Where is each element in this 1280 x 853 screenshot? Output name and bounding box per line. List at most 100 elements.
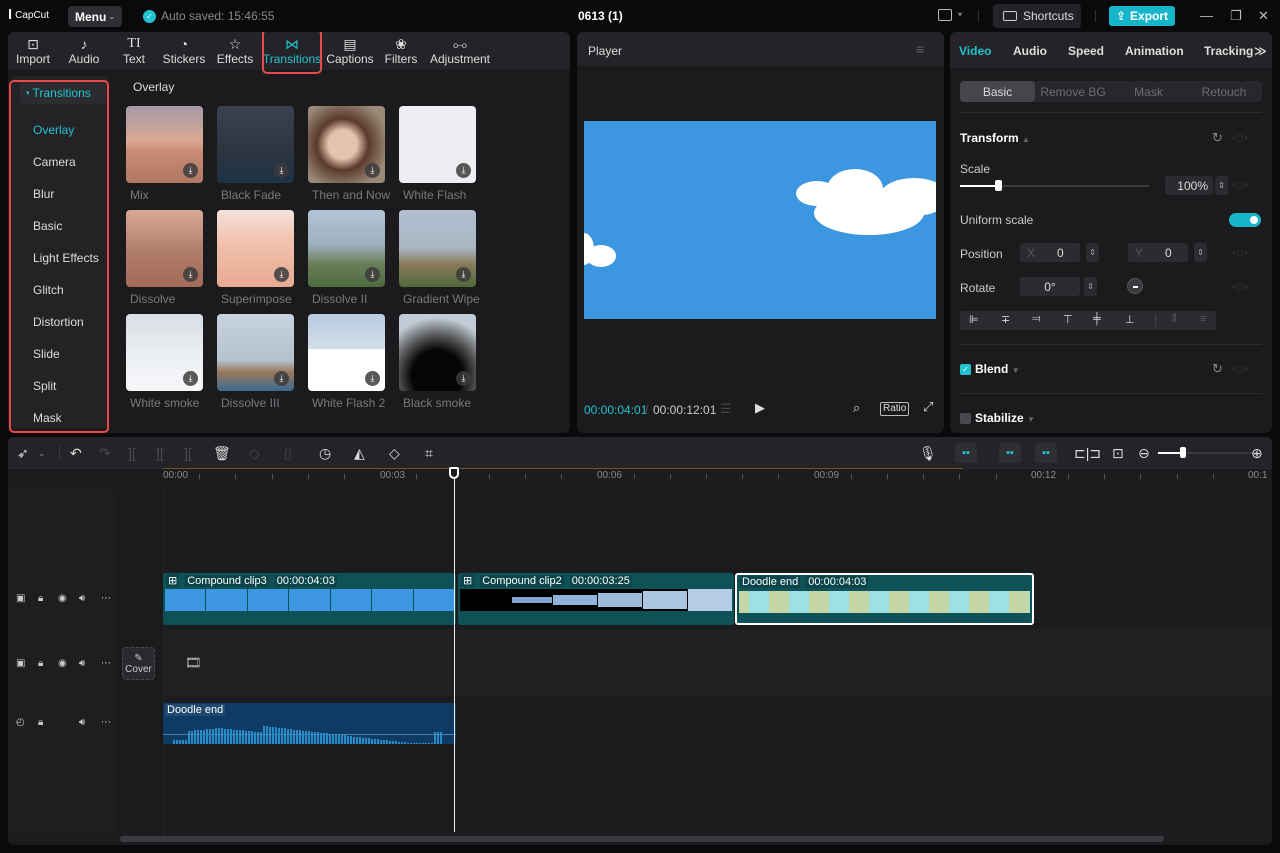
position-y-stepper[interactable]: ⇕ [1194,243,1207,262]
preview-axis-icon[interactable]: ⊏|⊐ [1074,445,1101,462]
chevron-down-icon[interactable]: ⌄ [38,448,46,459]
timeline-clip-doodle-end[interactable]: Doodle end 00:00:04:03 [735,573,1034,625]
download-icon[interactable]: ⤓ [456,371,471,386]
position-x-stepper[interactable]: ⇕ [1086,243,1099,262]
download-icon[interactable]: ⤓ [274,267,289,282]
tab-captions[interactable]: ▤ Captions [326,32,374,70]
zoom-to-fit-icon[interactable]: ⊡ [1112,445,1124,462]
tab-animation[interactable]: Animation [1125,44,1184,58]
download-icon[interactable]: ⤓ [274,163,289,178]
blend-title[interactable]: Blend ▼ [975,362,1020,376]
eye-icon[interactable]: ◉ [58,658,67,669]
position-x-input[interactable]: X0 [1020,243,1080,262]
subtab-retouch[interactable]: Retouch [1186,81,1262,102]
main-track-magnet-icon[interactable]: ▪▪ [955,443,977,463]
more-icon[interactable]: ⋯ [101,717,111,728]
transition-thumb-superimpose[interactable]: ⤓ [217,210,294,287]
download-icon[interactable]: ⤓ [365,371,380,386]
playhead-handle[interactable] [449,467,459,479]
microphone-icon[interactable]: 🎙︎ [919,445,937,462]
crop-icon[interactable]: ⌗ [425,445,433,462]
rotate-input[interactable]: 0° [1020,277,1080,296]
tab-stickers[interactable]: ◔ Stickers [162,32,206,70]
select-cursor-icon[interactable]: ➶ [17,445,29,462]
timeline-horizontal-scrollbar[interactable] [120,836,1164,842]
lock-icon[interactable]: 🔒︎ [38,593,43,604]
export-button[interactable]: ⇪ Export [1109,6,1175,26]
transition-thumb-white-smoke[interactable]: ⤓ [126,314,203,391]
download-icon[interactable]: ⤓ [183,371,198,386]
more-tabs-icon[interactable]: ≫ [1254,44,1267,58]
uniform-scale-toggle[interactable] [1229,213,1261,227]
align-top-icon[interactable]: ⊤ [1063,313,1073,326]
shortcuts-button[interactable]: Shortcuts [993,4,1081,28]
close-icon[interactable]: ✕ [1258,8,1269,24]
restore-icon[interactable]: ❐ [1230,8,1242,24]
download-icon[interactable]: ⤓ [274,371,289,386]
download-icon[interactable]: ⤓ [456,267,471,282]
hamburger-menu-icon[interactable]: ≡ [916,41,924,57]
transition-thumb-gradient-wipe[interactable]: ⤓ [399,210,476,287]
transform-title[interactable]: Transform ▲ [960,131,1030,145]
scale-slider-knob[interactable] [994,180,1002,191]
tab-tracking[interactable]: Tracking [1204,44,1253,58]
zoom-in-icon[interactable]: ⊕ [1251,445,1263,462]
menu-button[interactable]: Menu ⌄ [68,6,122,27]
minimize-icon[interactable]: — [1200,8,1213,23]
scale-slider[interactable] [960,180,1149,191]
tab-effects[interactable]: ☆ Effects [214,32,256,70]
more-icon[interactable]: ⋯ [101,593,111,604]
video-preview[interactable] [584,121,936,319]
tab-speed[interactable]: Speed [1068,44,1104,58]
rotate-dial[interactable] [1127,278,1143,294]
download-icon[interactable]: ⤓ [365,163,380,178]
zoom-slider-knob[interactable] [1179,447,1186,458]
stabilize-title[interactable]: Stabilize ▼ [975,411,1035,425]
transition-thumb-dissolve[interactable]: ⤓ [126,210,203,287]
linkage-icon[interactable]: ▪▪ [1035,443,1057,463]
align-center-h-icon[interactable]: ∓ [1001,313,1010,326]
delete-icon[interactable]: 🗑︎ [213,445,231,462]
subtab-basic[interactable]: Basic [960,81,1035,102]
scale-input[interactable]: 100% [1165,176,1213,195]
mirror-icon[interactable]: ◭ [354,445,365,462]
tab-audio-props[interactable]: Audio [1013,44,1047,58]
scale-stepper[interactable]: ⇕ [1215,176,1228,195]
download-icon[interactable]: ⤓ [365,267,380,282]
undo-icon[interactable]: ↶ [70,445,82,462]
tab-video[interactable]: Video [959,44,991,58]
more-icon[interactable]: ⋯ [101,658,111,669]
timeline-clip-compound-clip3[interactable]: ⊞ Compound clip3 00:00:04:03 [163,573,456,625]
position-y-input[interactable]: Y0 [1128,243,1188,262]
tab-filters[interactable]: ❀ Filters [384,32,418,70]
speed-icon[interactable]: ◷ [319,445,331,462]
download-icon[interactable]: ⤓ [456,163,471,178]
time-ruler[interactable] [8,468,1272,490]
zoom-fit-icon[interactable]: ⌕ [853,400,860,416]
align-center-v-icon[interactable]: ╪ [1093,313,1101,325]
download-icon[interactable]: ⤓ [183,163,198,178]
align-bottom-icon[interactable]: ⊥ [1125,313,1135,326]
zoom-out-icon[interactable]: ⊖ [1138,445,1150,462]
rotate-icon[interactable]: ◇ [389,445,400,462]
transition-thumb-white-flash[interactable]: ⤓ [399,106,476,183]
volume-icon[interactable]: 🔊︎ [79,658,85,669]
lock-icon[interactable]: 🔒︎ [38,658,43,669]
volume-icon[interactable]: 🔊︎ [79,717,85,728]
tab-audio[interactable]: ♪ Audio [64,32,104,70]
align-left-icon[interactable]: ⊫ [969,313,979,326]
tab-text[interactable]: TI Text [116,32,152,70]
eye-icon[interactable]: ◉ [58,593,67,604]
fullscreen-icon[interactable]: ⤢ [923,399,933,415]
transition-thumb-black-smoke[interactable]: ⤓ [399,314,476,391]
download-icon[interactable]: ⤓ [183,267,198,282]
timeline-zoom-slider[interactable] [1158,447,1256,458]
stabilize-checkbox[interactable] [960,413,971,424]
transition-thumb-white-flash-2[interactable]: ⤓ [308,314,385,391]
align-right-icon[interactable]: ⫤ [1032,313,1040,326]
transition-thumb-mix[interactable]: ⤓ [126,106,203,183]
volume-icon[interactable]: 🔊︎ [79,593,85,604]
cover-button[interactable]: ✎ Cover [122,647,155,680]
timeline-clip-audio-doodle-end[interactable]: Doodle end [163,703,456,744]
rotate-stepper[interactable]: ⇕ [1084,277,1097,296]
